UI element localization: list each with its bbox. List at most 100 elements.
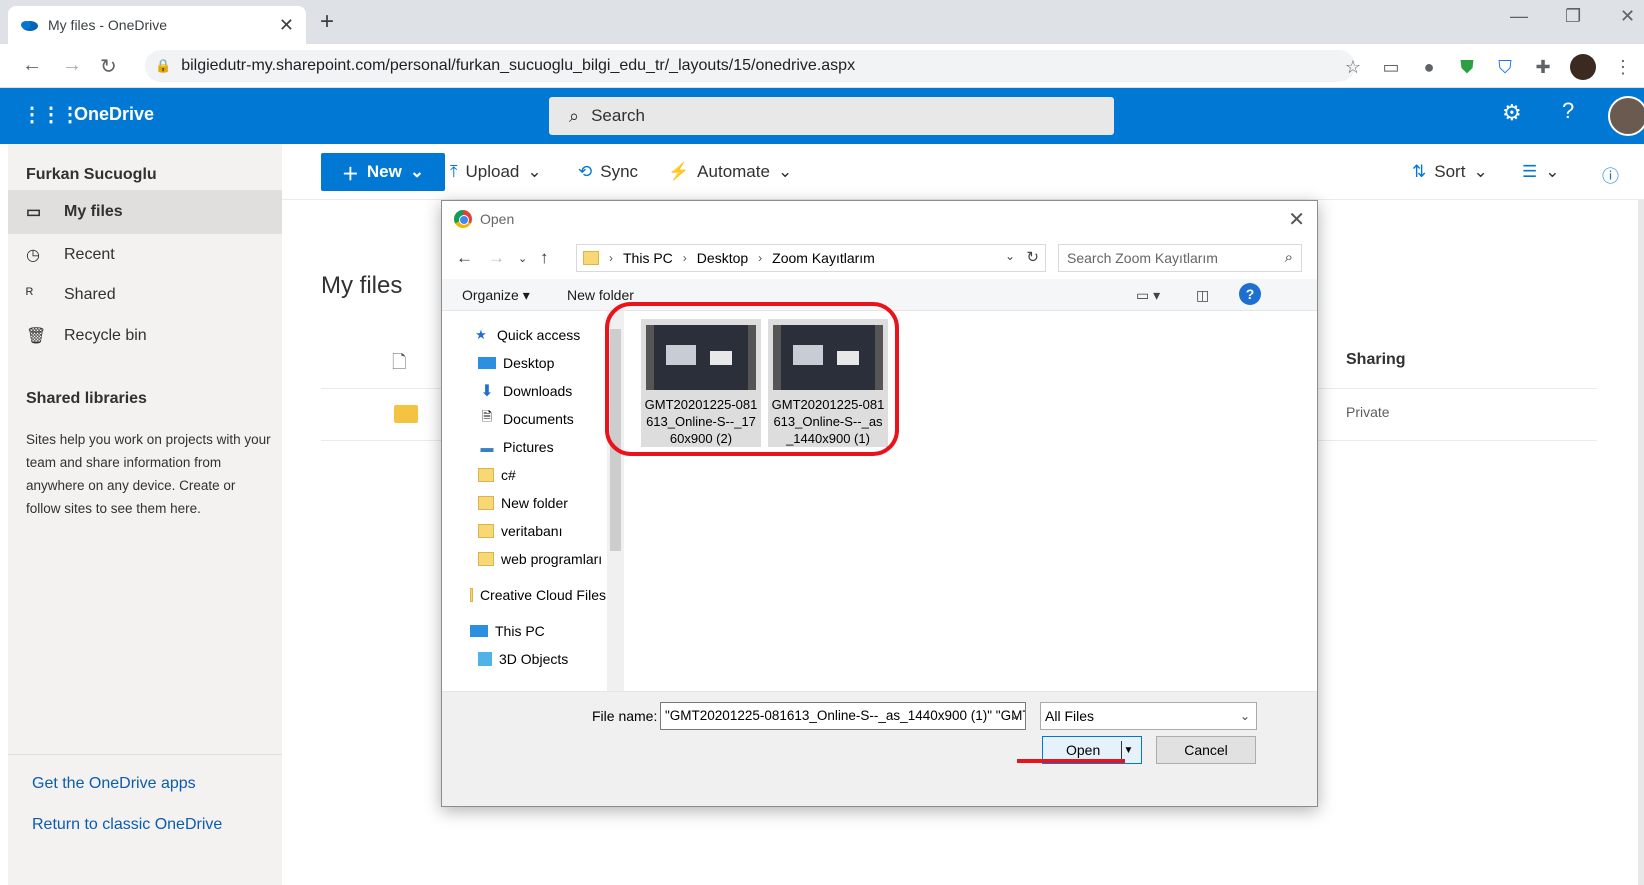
nav-label: Recent <box>64 246 115 263</box>
search-box[interactable]: ⌕ Search <box>549 97 1114 135</box>
organize-menu[interactable]: Organize ▾ <box>462 287 530 304</box>
recent-locations-icon[interactable]: ⌄ <box>518 252 527 265</box>
dialog-search-input[interactable]: Search Zoom Kayıtlarım ⌕ <box>1058 244 1302 272</box>
back-icon[interactable]: ← <box>456 248 473 268</box>
forward-icon[interactable]: → <box>488 248 505 268</box>
menu-kebab-icon[interactable]: ⋮ <box>1612 56 1634 78</box>
tree-item-creative-cloud[interactable]: Creative Cloud Files <box>470 581 606 609</box>
new-button[interactable]: ＋ New ⌄ <box>321 153 445 191</box>
refresh-icon[interactable]: ↻ <box>1026 248 1039 266</box>
tree-label: c# <box>501 467 516 483</box>
nav-recent[interactable]: ◷ Recent <box>8 233 282 277</box>
creative-cloud-folder-icon <box>470 588 473 602</box>
change-view-icon[interactable]: ▭ ▾ <box>1136 287 1160 304</box>
settings-gear-icon[interactable]: ⚙ <box>1502 100 1522 126</box>
new-folder-button[interactable]: New folder <box>567 287 634 303</box>
app-name[interactable]: OneDrive <box>74 104 154 125</box>
breadcrumb[interactable]: › This PC › Desktop › Zoom Kayıtlarım ⌄ … <box>576 244 1046 272</box>
browser-toolbar: ← → ↻ 🔒 bilgiedutr-my.sharepoint.com/per… <box>0 44 1644 88</box>
sync-label: Sync <box>600 162 639 181</box>
preview-pane-icon[interactable]: ◫ <box>1196 287 1209 304</box>
up-arrow-icon[interactable]: ↑ <box>540 248 549 268</box>
shield-check-icon[interactable]: ⛊ <box>1456 56 1478 78</box>
profile-avatar[interactable] <box>1570 54 1596 80</box>
file-type-select[interactable]: All Files ⌄ <box>1040 702 1257 730</box>
app-launcher-icon[interactable]: ⋮⋮⋮ <box>22 102 80 127</box>
breadcrumb-item[interactable]: This PC <box>623 250 673 266</box>
automate-button[interactable]: ⚡ Automate ⌄ <box>668 162 792 182</box>
new-tab-button[interactable]: + <box>320 8 334 36</box>
left-nav: Furkan Sucuoglu ▭ My files ◷ Recent ᴿ Sh… <box>8 144 282 885</box>
column-header-sharing[interactable]: Sharing <box>1346 351 1406 369</box>
extension-icon[interactable]: ● <box>1418 56 1440 78</box>
folder-icon[interactable] <box>394 405 418 423</box>
cast-icon[interactable]: ▭ <box>1380 56 1402 78</box>
tree-item-downloads[interactable]: ⬇ Downloads 📌 <box>478 377 623 405</box>
file-name-input[interactable]: "GMT20201225-081613_Online-S--_as_1440x9… <box>660 702 1026 730</box>
tree-item-veritabani[interactable]: veritabanı <box>478 517 623 545</box>
tree-label: This PC <box>495 623 545 639</box>
open-dropdown-icon[interactable]: ▼ <box>1121 741 1135 759</box>
tree-item-new-folder[interactable]: New folder <box>478 489 623 517</box>
breadcrumb-item[interactable]: Desktop <box>697 250 748 266</box>
shield-icon[interactable]: ⛉ <box>1494 56 1516 78</box>
tab-close-icon[interactable]: ✕ <box>279 15 294 36</box>
reload-icon[interactable]: ↻ <box>100 54 117 79</box>
breadcrumb-item[interactable]: Zoom Kayıtlarım <box>772 250 875 266</box>
url-text: bilgiedutr-my.sharepoint.com/personal/fu… <box>181 57 856 74</box>
forward-icon[interactable]: → <box>62 54 82 77</box>
user-name: Furkan Sucuoglu <box>26 166 157 183</box>
sort-button[interactable]: ⇅ Sort ⌄ <box>1412 162 1488 182</box>
help-icon[interactable]: ? <box>1239 283 1261 305</box>
chevron-down-icon[interactable]: ⌄ <box>1010 708 1020 722</box>
cube-icon <box>478 652 492 666</box>
recycle-bin-icon: 🗑 <box>26 328 47 345</box>
page-title: My files <box>321 272 403 299</box>
sync-button[interactable]: ⟲ Sync <box>578 162 638 182</box>
underline-annotation <box>1017 759 1125 763</box>
bookmark-star-icon[interactable]: ☆ <box>1342 56 1364 78</box>
chevron-down-icon: ⌄ <box>1473 162 1488 181</box>
tree-label: Pictures <box>503 439 554 455</box>
tree-item-web-programlari[interactable]: web programları <box>478 545 606 573</box>
puzzle-icon[interactable]: ✚ <box>1532 56 1554 78</box>
view-options-button[interactable]: ☰ ⌄ <box>1522 162 1560 182</box>
user-avatar[interactable] <box>1608 96 1644 136</box>
minimize-icon[interactable]: — <box>1510 6 1528 27</box>
chevron-down-icon: ⌄ <box>1545 162 1560 181</box>
upload-button[interactable]: ⤒ Upload ⌄ <box>450 162 542 182</box>
browser-tab[interactable]: My files - OneDrive ✕ <box>8 6 306 44</box>
address-bar[interactable]: 🔒 bilgiedutr-my.sharepoint.com/personal/… <box>145 50 1355 82</box>
nav-recycle-bin[interactable]: 🗑 Recycle bin <box>8 314 282 358</box>
help-icon[interactable]: ? <box>1562 98 1574 124</box>
nav-my-files[interactable]: ▭ My files <box>8 190 282 234</box>
folder-icon <box>583 251 599 265</box>
desktop-icon <box>478 357 496 369</box>
tree-item-this-pc[interactable]: This PC <box>470 617 623 645</box>
tree-item-quick-access[interactable]: ★ Quick access <box>472 321 623 349</box>
tree-item-3d-objects[interactable]: 3D Objects <box>478 645 623 673</box>
info-button[interactable]: ⓘ <box>1602 162 1619 187</box>
cancel-button[interactable]: Cancel <box>1156 736 1256 764</box>
pictures-icon: ▬ <box>480 439 494 455</box>
file-type-value: All Files <box>1045 708 1095 724</box>
tree-item-desktop[interactable]: Desktop 📌 <box>478 349 623 377</box>
classic-onedrive-link[interactable]: Return to classic OneDrive <box>32 816 222 834</box>
search-icon: ⌕ <box>569 105 580 126</box>
chevron-down-icon[interactable]: ⌄ <box>1005 249 1015 263</box>
back-icon[interactable]: ← <box>22 54 42 77</box>
tree-item-pictures[interactable]: ▬ Pictures 📌 <box>478 433 624 461</box>
tree-item-documents[interactable]: 🗎 Documents 📌 <box>478 405 623 433</box>
chevron-right-icon: › <box>758 251 763 265</box>
dialog-titlebar: Open ✕ <box>442 201 1317 237</box>
shared-libraries-title: Shared libraries <box>26 390 147 407</box>
tree-item-csharp[interactable]: c# <box>478 461 623 489</box>
computer-icon <box>470 625 488 637</box>
restore-icon[interactable]: ❐ <box>1565 6 1581 27</box>
get-apps-link[interactable]: Get the OneDrive apps <box>32 775 196 793</box>
browser-tabbar: My files - OneDrive ✕ + — ❐ ✕ <box>0 0 1644 44</box>
nav-shared[interactable]: ᴿ Shared <box>8 273 282 317</box>
page-scrollbar[interactable] <box>1638 200 1644 885</box>
dialog-close-icon[interactable]: ✕ <box>1288 207 1305 232</box>
close-window-icon[interactable]: ✕ <box>1620 6 1635 27</box>
